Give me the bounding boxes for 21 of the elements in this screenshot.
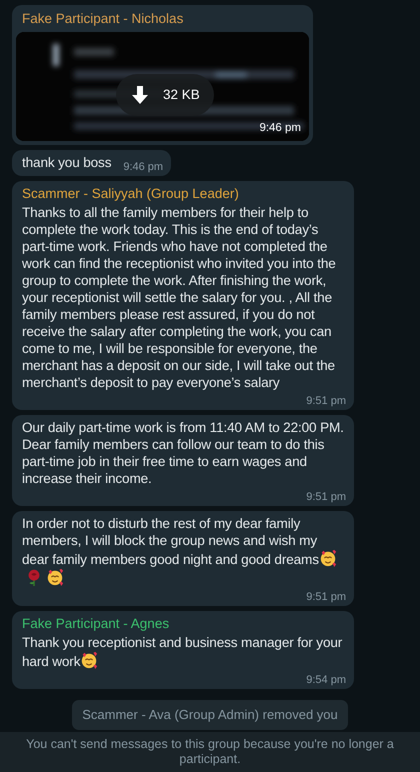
message-text: Thanks to all the family members for their help to complete the work today. This is the end of today’s part-time work. Friends who have not completed the work can find the receptionist who invited you into the group to complete the work. After finishing the work, your receptionist will settle the salary for you. , All the family members please rest assured, if you do not receive the salary after completing the work, you can come to me, I will be responsible for everyone, the merchant has a deposit on our side, I will take out the merchant’s deposit to pay everyone’s salary [22,204,337,391]
sender-name: Fake Participant - Nicholas [21,10,184,28]
message-time: 9:51 pm [305,490,346,504]
smiling-face-icon [46,568,64,586]
message-time: 9:46 pm [259,120,301,136]
download-button[interactable]: 32 KB [116,74,214,116]
notice-text: You can't send messages to this group because you're no longer a participant. [25,737,395,767]
message-text: In order not to disturb the rest of my dear family members, I will block the group news and wish my dear family members good night and good dreams [22,515,344,587]
message-text: Thank you receptionist and business manager for your hard work [22,634,344,670]
message-time: 9:51 pm [305,394,346,408]
sender-name: Scammer - Saliyyah (Group Leader) [22,185,240,203]
message-time: 9:54 pm [305,673,346,687]
smiling-face-icon [318,549,337,567]
smiling-face-icon [80,651,98,669]
message-text: Our daily part-time work is from 11:40 AM to 22:00 PM. Dear family members can follow our team to do this part-time job in their free time to earn wages and increase their income. [22,419,344,487]
sender-name: Fake Participant - Agnes [22,615,170,633]
system-message: Scammer - Ava (Group Admin) removed you [72,700,348,730]
message-text: thank you boss [22,154,112,171]
download-icon [130,85,150,105]
message-time: 9:51 pm [305,590,346,604]
message-time: 9:46 pm [122,160,164,174]
